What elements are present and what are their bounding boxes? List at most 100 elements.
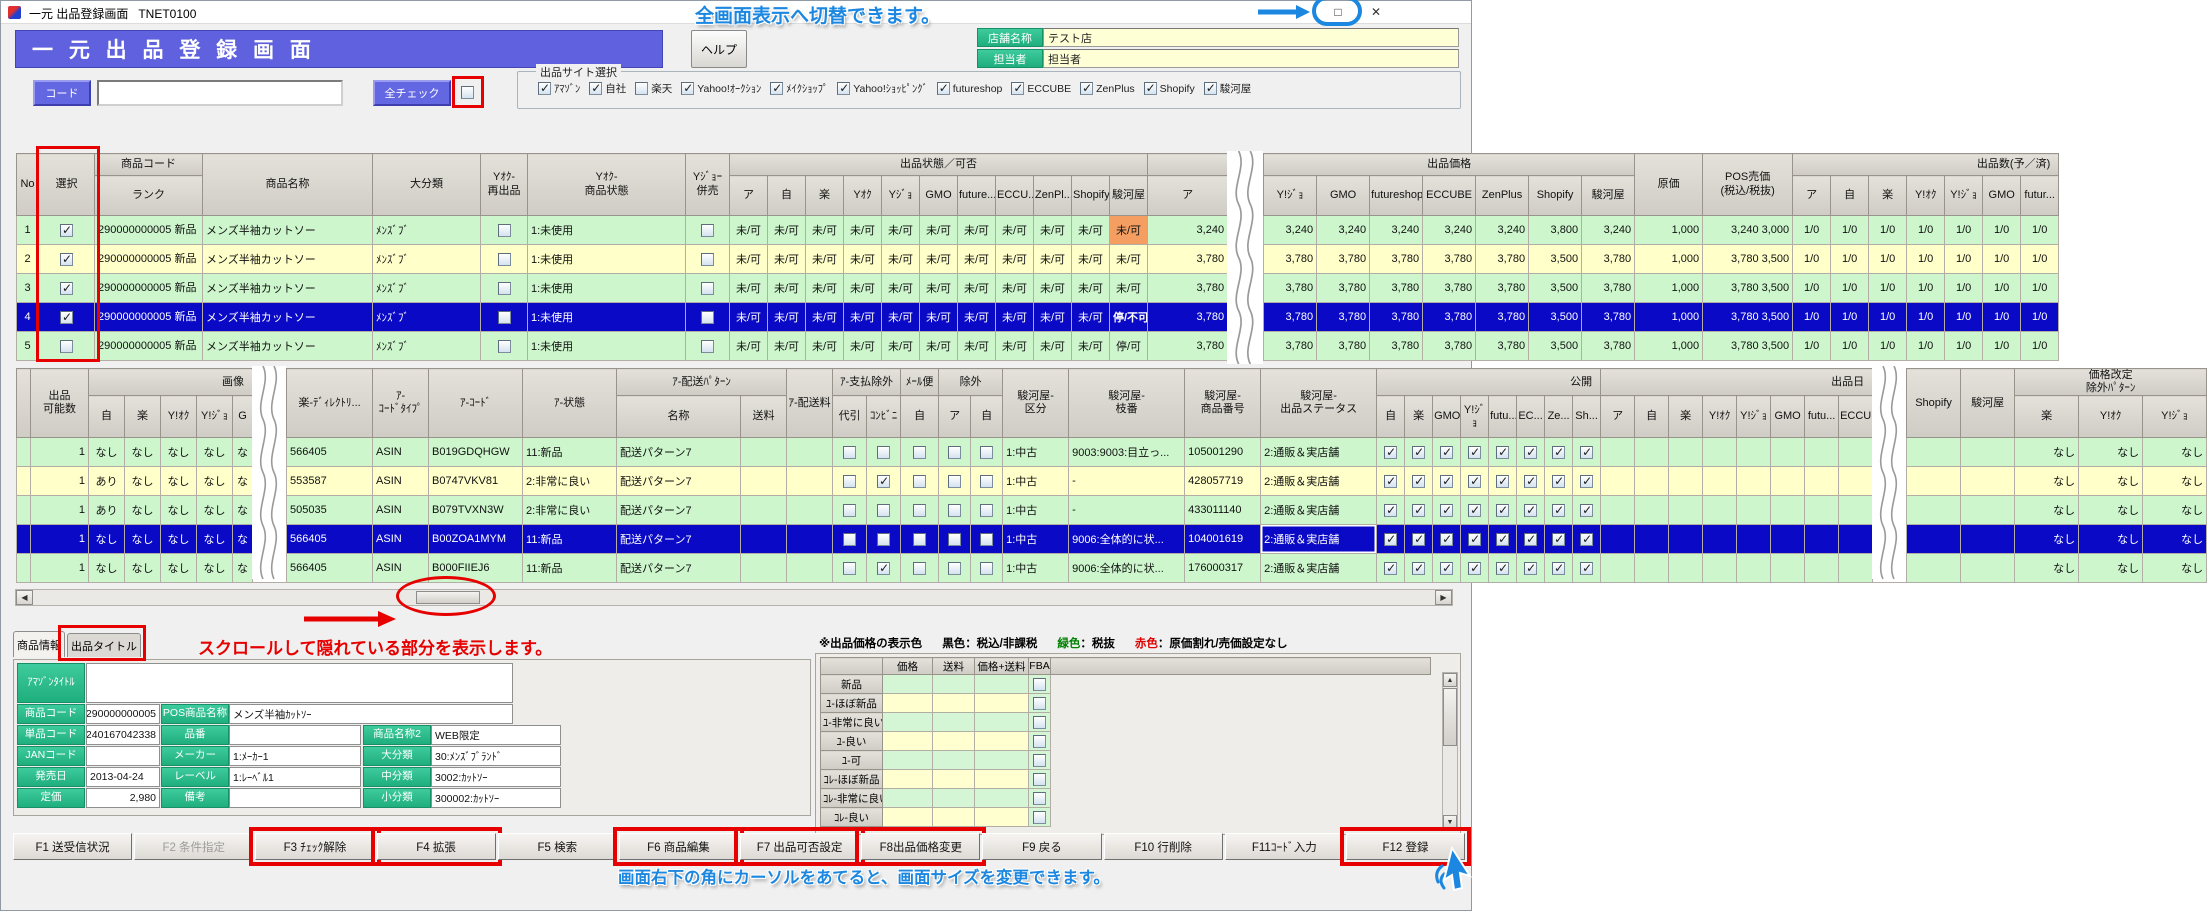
public-cell[interactable] [1489, 467, 1517, 496]
jan-code-field[interactable] [86, 746, 160, 766]
row-select-checkbox[interactable] [60, 224, 73, 237]
site-checkbox-4[interactable]: Yahoo!ｵｰｸｼｮﾝ [681, 81, 761, 96]
price-cell[interactable] [883, 808, 933, 827]
payment-exclude-checkbox[interactable] [877, 562, 890, 575]
public-cell[interactable] [1433, 554, 1461, 583]
public-cell[interactable] [1433, 467, 1461, 496]
site-checkbox-box[interactable] [1144, 82, 1157, 95]
public-cell[interactable] [1405, 554, 1433, 583]
public-cell[interactable] [1545, 438, 1573, 467]
public-checkbox[interactable] [1384, 504, 1397, 517]
payment-exclude-checkbox[interactable] [877, 446, 890, 459]
public-checkbox[interactable] [1468, 475, 1481, 488]
site-checkbox-7[interactable]: futureshop [937, 82, 1003, 95]
price-cell[interactable] [883, 694, 933, 713]
public-checkbox[interactable] [1496, 533, 1509, 546]
item-code-field[interactable]: 240167042338 [86, 725, 160, 745]
exclude-cell[interactable] [971, 438, 1003, 467]
payment-exclude-cell[interactable] [867, 467, 901, 496]
f1-button[interactable]: F1 送受信状況 [13, 833, 132, 860]
payment-exclude-checkbox[interactable] [843, 446, 856, 459]
public-cell[interactable] [1573, 554, 1601, 583]
shipping-cell[interactable] [933, 770, 975, 789]
exclude-checkbox[interactable] [948, 446, 961, 459]
payment-exclude-checkbox[interactable] [877, 533, 890, 546]
site-checkbox-box[interactable] [1011, 82, 1024, 95]
site-checkbox-5[interactable]: ﾒｲｸｼｮｯﾌﾟ [770, 81, 828, 96]
public-checkbox[interactable] [1468, 533, 1481, 546]
payment-exclude-cell[interactable] [833, 525, 867, 554]
scroll-right-button[interactable]: ▶ [1435, 590, 1452, 605]
exclude-checkbox[interactable] [980, 475, 993, 488]
scrollbar-thumb[interactable] [416, 591, 480, 604]
public-checkbox[interactable] [1468, 446, 1481, 459]
f12-button[interactable]: F12 登録 [1346, 833, 1465, 860]
payment-exclude-checkbox[interactable] [843, 475, 856, 488]
site-checkbox-box[interactable] [635, 82, 648, 95]
exclude-cell[interactable] [939, 525, 971, 554]
payment-exclude-cell[interactable] [833, 554, 867, 583]
public-checkbox[interactable] [1524, 504, 1537, 517]
public-checkbox[interactable] [1440, 533, 1453, 546]
public-cell[interactable] [1517, 467, 1545, 496]
help-button[interactable]: ヘルプ [691, 30, 747, 68]
payment-exclude-cell[interactable] [867, 525, 901, 554]
public-cell[interactable] [1545, 554, 1573, 583]
heibai-cell[interactable] [686, 274, 730, 303]
site-checkbox-box[interactable] [1204, 82, 1217, 95]
select-cell[interactable] [39, 216, 95, 245]
exclude-checkbox[interactable] [980, 504, 993, 517]
product-row-5[interactable]: 5290000000005 新品メンズ半袖カットソーﾒﾝｽﾞﾌﾞ1:未使用未/可… [17, 332, 2059, 361]
public-cell[interactable] [1461, 467, 1489, 496]
remarks-field[interactable] [229, 788, 361, 808]
public-cell[interactable] [1377, 496, 1405, 525]
public-cell[interactable] [1517, 554, 1545, 583]
heibai-cell[interactable] [686, 303, 730, 332]
heibai-cell[interactable] [686, 245, 730, 274]
fba-cell[interactable] [1029, 770, 1051, 789]
relist-cell[interactable] [481, 216, 528, 245]
public-checkbox[interactable] [1524, 533, 1537, 546]
public-checkbox[interactable] [1412, 475, 1425, 488]
public-cell[interactable] [1377, 467, 1405, 496]
check-all-checkbox[interactable] [461, 86, 474, 99]
fba-checkbox[interactable] [1033, 811, 1046, 824]
public-cell[interactable] [1489, 496, 1517, 525]
site-checkbox-box[interactable] [538, 82, 551, 95]
code-input[interactable] [97, 80, 343, 106]
maximize-button[interactable]: □ [1325, 3, 1351, 22]
exclude-cell[interactable] [971, 554, 1003, 583]
close-button[interactable]: ✕ [1363, 3, 1389, 22]
heibai-checkbox[interactable] [701, 224, 714, 237]
public-cell[interactable] [1573, 438, 1601, 467]
check-all-button[interactable]: 全チェック [373, 80, 451, 106]
public-checkbox[interactable] [1580, 446, 1593, 459]
payment-exclude-checkbox[interactable] [843, 504, 856, 517]
site-checkbox-box[interactable] [770, 82, 783, 95]
shipping-cell[interactable] [933, 675, 975, 694]
heibai-checkbox[interactable] [701, 282, 714, 295]
f9-button[interactable]: F9 戻る [982, 833, 1101, 860]
shipping-cell[interactable] [933, 713, 975, 732]
detail-row-2[interactable]: 1ありなしなしなしな553587ASINB0747VKV812:非常に良い配送パ… [17, 467, 2207, 496]
relist-checkbox[interactable] [498, 224, 511, 237]
part-number-field[interactable] [229, 725, 361, 745]
product-code-field[interactable]: 290000000005 [86, 704, 160, 724]
fba-checkbox[interactable] [1033, 792, 1046, 805]
fba-checkbox[interactable] [1033, 697, 1046, 710]
public-cell[interactable] [1461, 554, 1489, 583]
fba-cell[interactable] [1029, 713, 1051, 732]
mailbin-checkbox[interactable] [913, 446, 926, 459]
f5-button[interactable]: F5 検索 [498, 833, 617, 860]
select-cell[interactable] [39, 245, 95, 274]
exclude-checkbox[interactable] [948, 475, 961, 488]
relist-cell[interactable] [481, 245, 528, 274]
payment-exclude-cell[interactable] [867, 554, 901, 583]
fba-cell[interactable] [1029, 808, 1051, 827]
public-checkbox[interactable] [1496, 504, 1509, 517]
site-checkbox-9[interactable]: ZenPlus [1080, 82, 1135, 95]
public-checkbox[interactable] [1384, 475, 1397, 488]
public-checkbox[interactable] [1580, 475, 1593, 488]
exclude-cell[interactable] [939, 554, 971, 583]
exclude-cell[interactable] [939, 467, 971, 496]
